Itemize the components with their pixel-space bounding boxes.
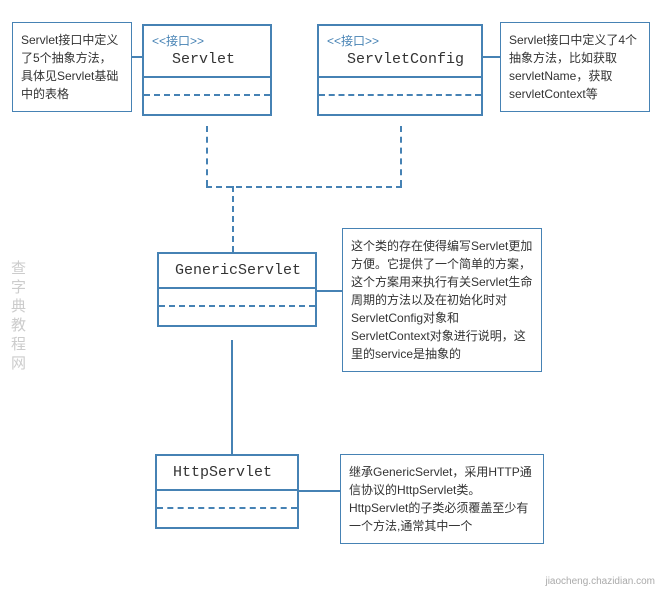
class-servlet: <<接口>> Servlet — [142, 24, 272, 116]
class-attributes — [144, 78, 270, 96]
class-attributes — [319, 78, 481, 96]
realization-line — [206, 186, 402, 188]
class-attributes — [159, 289, 315, 307]
note-connector — [299, 490, 340, 492]
realization-line — [232, 186, 234, 252]
class-name-servlet-config: ServletConfig — [327, 51, 473, 68]
class-operations — [159, 307, 315, 325]
class-name-servlet: Servlet — [152, 51, 262, 68]
class-name-http-servlet: HttpServlet — [165, 464, 289, 481]
generalization-line — [231, 340, 233, 454]
stereotype-label: <<接口>> — [327, 32, 473, 49]
note-http-servlet: 继承GenericServlet，采用HTTP通信协议的HttpServlet类… — [340, 454, 544, 544]
class-operations — [144, 96, 270, 114]
note-connector — [483, 56, 500, 58]
class-name-generic-servlet: GenericServlet — [167, 262, 307, 279]
class-servlet-config: <<接口>> ServletConfig — [317, 24, 483, 116]
class-operations — [319, 96, 481, 114]
class-generic-servlet: GenericServlet — [157, 252, 317, 327]
realization-line — [206, 126, 208, 186]
stereotype-label: <<接口>> — [152, 32, 262, 49]
realization-line — [400, 126, 402, 186]
note-connector — [317, 290, 342, 292]
watermark-text: 查字典教程网 — [8, 260, 28, 374]
credit-text: jiaocheng.chazidian.com — [545, 576, 655, 587]
note-servlet-config: Servlet接口中定义了4个抽象方法，比如获取servletName，获取se… — [500, 22, 650, 112]
note-generic-servlet: 这个类的存在使得编写Servlet更加方便。它提供了一个简单的方案，这个方案用来… — [342, 228, 542, 372]
class-attributes — [157, 491, 297, 509]
class-operations — [157, 509, 297, 527]
note-connector — [132, 56, 142, 58]
class-http-servlet: HttpServlet — [155, 454, 299, 529]
note-servlet: Servlet接口中定义了5个抽象方法，具体见Servlet基础中的表格 — [12, 22, 132, 112]
